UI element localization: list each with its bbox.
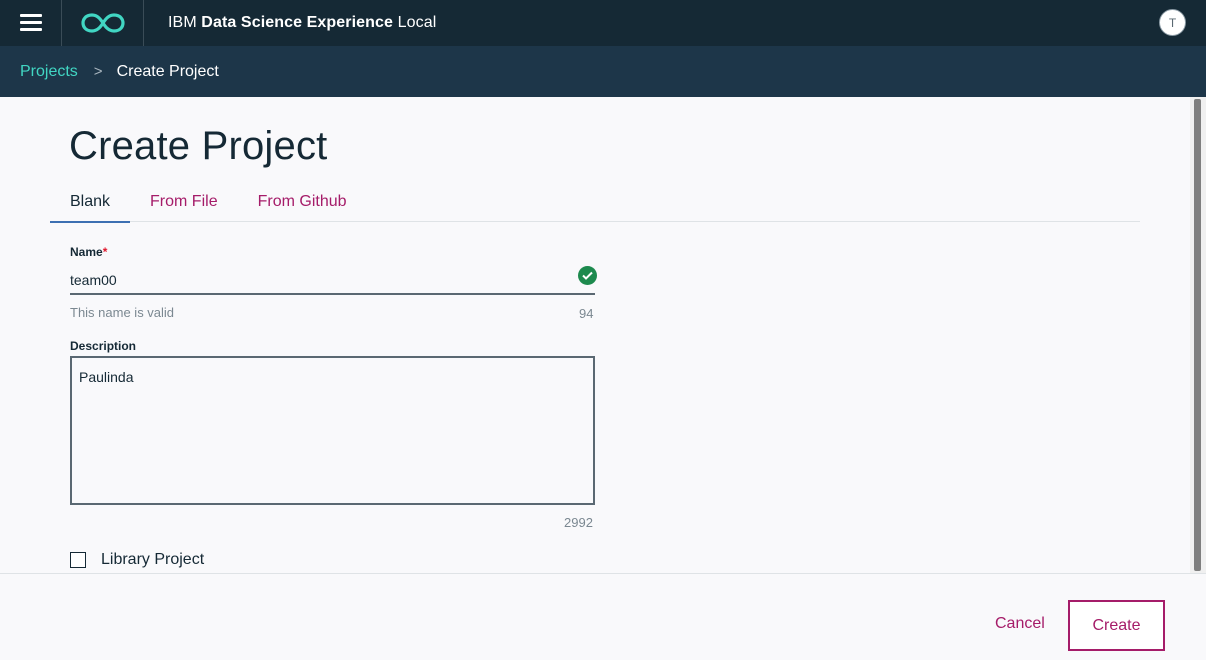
main-content: Create Project Blank From File From Gith… xyxy=(0,97,1190,573)
menu-button[interactable] xyxy=(0,0,62,46)
description-field[interactable] xyxy=(70,356,595,505)
check-circle-icon xyxy=(578,266,597,285)
top-navigation-bar: IBM Data Science Experience Local T xyxy=(0,0,1206,46)
breadcrumb: Projects > Create Project xyxy=(0,46,1206,97)
name-character-count: 94 xyxy=(579,306,594,321)
project-source-tabs: Blank From File From Github xyxy=(50,185,1140,223)
scrollbar-thumb[interactable] xyxy=(1194,99,1201,571)
description-label: Description xyxy=(70,339,137,353)
tab-blank[interactable]: Blank xyxy=(50,185,131,223)
library-project-checkbox[interactable] xyxy=(70,552,86,568)
user-avatar[interactable]: T xyxy=(1159,9,1186,36)
tab-from-github[interactable]: From Github xyxy=(238,185,367,222)
brand-name: Data Science Experience xyxy=(201,14,394,31)
hamburger-icon xyxy=(19,14,42,32)
name-helper-text: This name is valid xyxy=(70,305,175,320)
brand-prefix: IBM xyxy=(168,14,197,31)
infinity-logo-icon xyxy=(80,13,125,33)
app-title: IBM Data Science Experience Local xyxy=(168,14,436,32)
cancel-button[interactable]: Cancel xyxy=(995,615,1045,633)
library-project-label[interactable]: Library Project xyxy=(101,551,204,569)
breadcrumb-separator-icon: > xyxy=(93,63,103,80)
create-button[interactable]: Create xyxy=(1068,600,1165,651)
breadcrumb-projects-link[interactable]: Projects xyxy=(20,63,78,81)
content-scrollbar[interactable] xyxy=(1190,97,1206,573)
tab-from-file[interactable]: From File xyxy=(130,185,238,222)
breadcrumb-current: Create Project xyxy=(116,62,219,80)
brand-suffix: Local xyxy=(397,14,437,31)
description-character-count: 2992 xyxy=(564,515,593,530)
page-title: Create Project xyxy=(69,124,328,168)
home-logo-link[interactable] xyxy=(62,0,144,46)
name-field[interactable] xyxy=(70,257,595,295)
dialog-footer: Cancel Create xyxy=(0,573,1206,660)
